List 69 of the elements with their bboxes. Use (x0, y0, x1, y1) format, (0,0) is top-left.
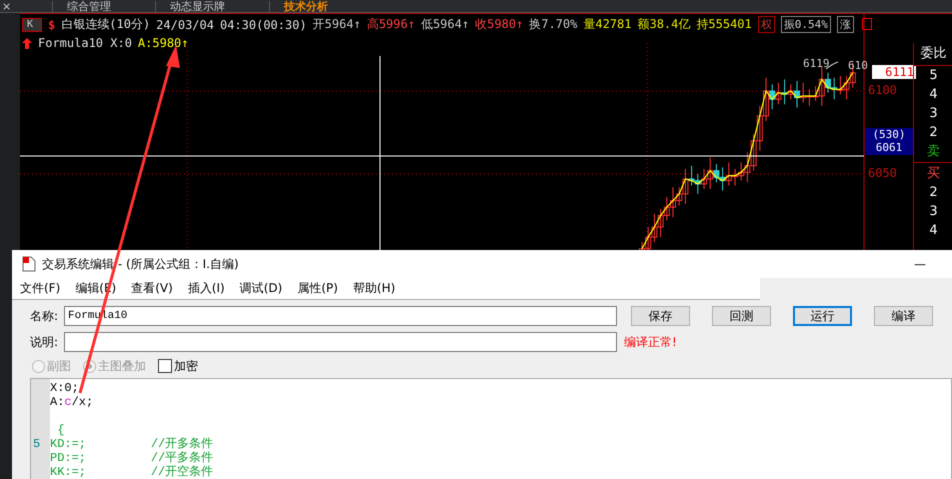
indicator-name: Formula10 X:0 (38, 36, 132, 50)
tab[interactable]: 综合管理 (52, 1, 125, 12)
menu-item[interactable]: 插入(I) (188, 280, 225, 297)
order-level: 买 (927, 165, 940, 183)
quote-field: 量42781 (583, 16, 632, 33)
menu-item[interactable]: 帮助(H) (352, 280, 396, 297)
last-price-tag: 6111 (872, 64, 916, 79)
tab[interactable]: 技术分析 (269, 1, 342, 12)
order-level: 4 (929, 222, 938, 240)
cursor-value: (530) (872, 128, 906, 141)
toggle-button[interactable]: 振0.54% (780, 16, 831, 33)
code-line: KD:=; //开多条件 (50, 437, 214, 451)
quote-field: 高5996↑ (366, 16, 415, 33)
restore-icon[interactable] (862, 18, 872, 30)
toggle-button[interactable]: 权 (758, 16, 775, 33)
code-line: X:0; (50, 381, 80, 395)
option-label: 副图 (47, 358, 71, 374)
quote-field: 持555401 (696, 16, 752, 33)
tab[interactable]: 动态显示牌 (155, 1, 239, 12)
order-level: 4 (929, 86, 938, 104)
field-label: 说明: (30, 334, 60, 350)
quote-field: 换7.70% (529, 16, 578, 33)
order-level: 卖 (927, 143, 940, 161)
field-label: 名称: (30, 308, 60, 324)
menu-item[interactable]: 查看(V) (131, 280, 173, 297)
code-line: { (56, 423, 66, 437)
order-level: 5 (929, 67, 938, 85)
up-arrow-icon (22, 38, 32, 48)
menu-item[interactable]: 调试(D) (240, 280, 282, 297)
quote-field: 收5980↑ (475, 16, 524, 33)
cursor-value: 6061 (876, 141, 902, 154)
menu-item[interactable]: 属性(P) (297, 280, 338, 297)
document-icon (22, 256, 36, 272)
dialog-button[interactable]: 回测 (712, 306, 771, 326)
dialog-button[interactable]: 运行 (793, 306, 852, 326)
high-label: 6119 (803, 57, 830, 70)
symbol-title: 白银连续(10分) (61, 16, 150, 33)
axis-label: 6100 (868, 83, 897, 97)
symbol-mark: $ (48, 18, 56, 32)
line-number: 5 (32, 437, 42, 451)
quote-field: 额38.4亿 (637, 16, 690, 33)
axis-label: 6050 (868, 166, 897, 180)
dialog-button[interactable]: 编译 (874, 306, 933, 326)
menu-item[interactable]: 文件(F) (20, 280, 60, 297)
option-label: 主图叠加 (98, 358, 146, 374)
window-title: 交易系统编辑 - (所属公式组：I.自编) (42, 256, 240, 272)
minimize-button[interactable]: — (914, 257, 926, 271)
order-level: 2 (929, 124, 938, 142)
period-button[interactable]: K (22, 18, 42, 32)
order-level: 3 (929, 105, 938, 123)
order-level: 3 (929, 203, 938, 221)
option-label: 加密 (174, 358, 198, 374)
dialog-button[interactable]: 保存 (631, 306, 690, 326)
quote-field: 低5964↑ (420, 16, 470, 33)
code-line: PD:=; //平多条件 (50, 451, 214, 465)
panel-title: 委比 (914, 43, 952, 66)
toggle-button[interactable]: 涨 (836, 16, 854, 33)
code-editor[interactable]: 5 X:0; A:c/x; { KD:=; //开多条件 PD:=; //平多条件 KK:=; //开空条件 (30, 378, 952, 479)
compile-status: 编译正常! (624, 334, 677, 350)
indicator-value: A:5980↑ (138, 36, 188, 50)
code-line: KK:=; //开空条件 (50, 465, 214, 479)
code-line: A:c/x; (50, 395, 94, 409)
close-icon[interactable]: × (0, 1, 22, 12)
quote-date: 24/03/04 (156, 18, 214, 32)
checkbox[interactable] (158, 359, 172, 373)
quote-time: 04:30(00:30) (220, 18, 307, 32)
quote-field: 开5964↑ (312, 16, 361, 33)
description-field[interactable] (64, 332, 617, 352)
order-level: 2 (929, 184, 938, 202)
